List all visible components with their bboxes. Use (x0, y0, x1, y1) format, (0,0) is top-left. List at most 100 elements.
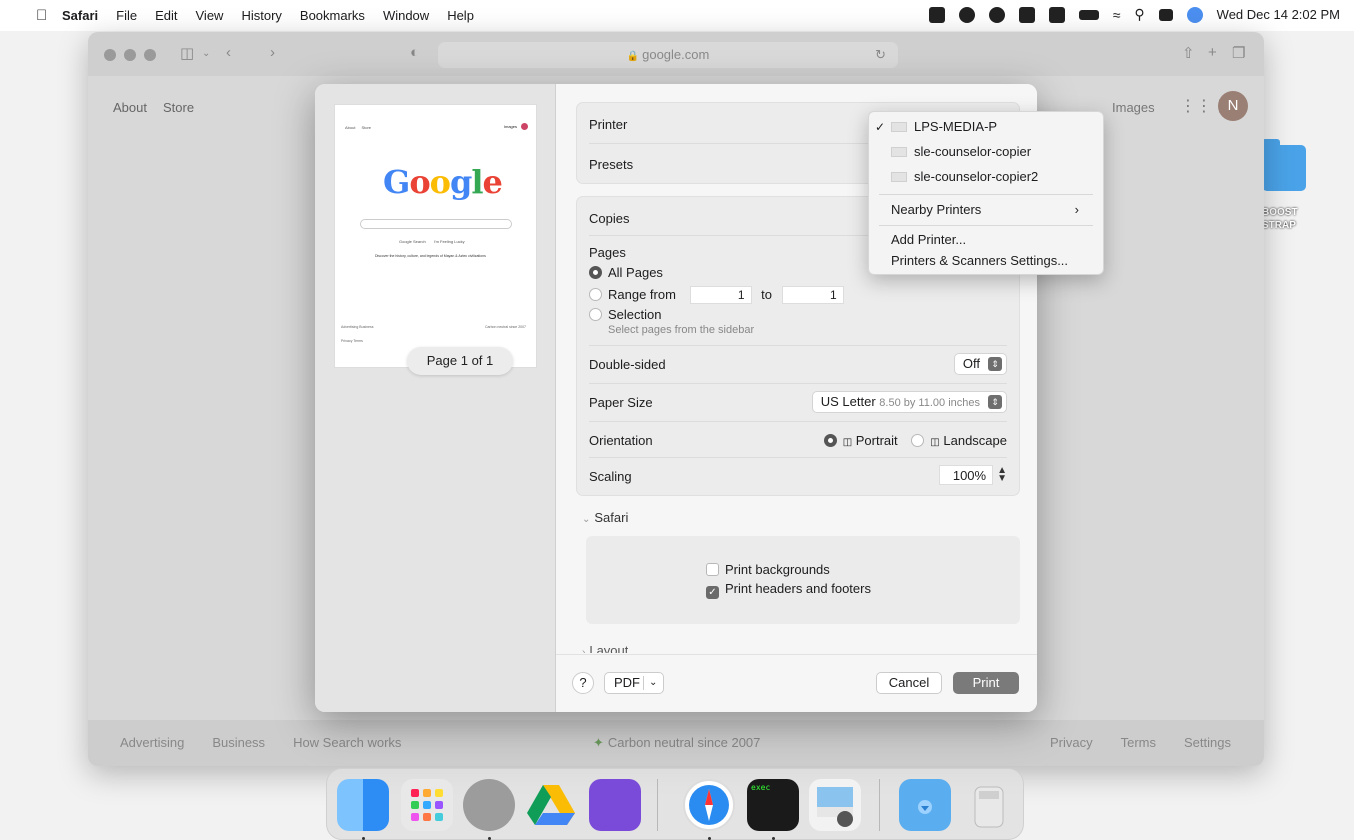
carbon-neutral-link[interactable]: Carbon neutral since 2007 (608, 735, 761, 750)
status-app-icon[interactable] (928, 6, 945, 23)
scaling-field[interactable]: 100% (939, 465, 994, 485)
images-link[interactable]: Images (1112, 100, 1155, 115)
terms-link[interactable]: Terms (1121, 735, 1156, 750)
about-link[interactable]: About (113, 100, 147, 115)
menu-view[interactable]: View (196, 8, 224, 23)
divider (589, 421, 1007, 422)
double-sided-label: Double-sided (589, 357, 666, 372)
desktop-folder-icon[interactable] (1262, 139, 1306, 191)
printers-scanners-settings-item[interactable]: Printers & Scanners Settings... (891, 251, 1068, 271)
tab-overview-icon[interactable]: ❐ (1232, 44, 1245, 62)
selection-radio[interactable] (589, 308, 602, 321)
preview-promo-line: Discover the history, culture, and legen… (375, 254, 486, 258)
printer-option-lps-media[interactable]: LPS-MEDIA-P (891, 117, 997, 137)
store-link[interactable]: Store (163, 100, 194, 115)
printer-option-counselor-copier[interactable]: sle-counselor-copier (891, 142, 1031, 162)
spotlight-search-icon[interactable]: ⚲ (1134, 6, 1144, 23)
print-backgrounds-checkbox[interactable] (706, 563, 719, 576)
menu-clock[interactable]: Wed Dec 14 2:02 PM (1217, 7, 1340, 22)
all-pages-text: All Pages (608, 265, 663, 280)
print-headers-option[interactable]: ✓ Print headers and footers (706, 581, 871, 599)
preview-nav: About Store (345, 125, 371, 130)
landscape-radio[interactable] (911, 434, 925, 447)
purple-app-dock-icon[interactable] (589, 779, 641, 831)
cancel-button[interactable]: Cancel (876, 672, 942, 694)
google-drive-dock-icon[interactable] (525, 779, 577, 831)
status-folder-icon[interactable] (1048, 6, 1065, 23)
print-preview-thumbnail[interactable]: About Store Images Google Google Search … (334, 104, 537, 375)
back-icon[interactable]: ‹ (226, 44, 231, 61)
disclosure-chevron-icon: › (582, 647, 586, 653)
pdf-menu-button[interactable]: PDF ⌄ (604, 672, 664, 694)
range-end-field[interactable]: 1 (781, 286, 844, 304)
apple-menu-icon[interactable]:  (36, 7, 47, 24)
status-target-icon[interactable] (958, 6, 975, 23)
new-tab-icon[interactable]: + (1208, 44, 1217, 61)
minimize-window-button[interactable] (124, 49, 136, 61)
business-link[interactable]: Business (212, 735, 265, 750)
layout-section-header[interactable]: › Layout (582, 643, 628, 653)
downloads-folder-dock-icon[interactable] (899, 779, 951, 831)
account-avatar[interactable]: N (1218, 91, 1248, 121)
trash-dock-icon[interactable] (963, 779, 1015, 831)
share-icon[interactable]: ⇧ (1182, 44, 1195, 62)
control-center-icon[interactable] (1158, 8, 1173, 21)
portrait-radio[interactable] (823, 434, 837, 447)
preview-dock-icon[interactable] (809, 779, 861, 831)
portrait-text: Portrait (855, 433, 898, 448)
menu-safari[interactable]: Safari (62, 8, 98, 23)
menu-history[interactable]: History (241, 8, 281, 23)
system-preferences-dock-icon[interactable] (463, 779, 515, 831)
safari-section-header[interactable]: ⌄ Safari (582, 510, 628, 525)
privacy-shield-icon[interactable]: ◐ (410, 44, 419, 61)
launchpad-dock-icon[interactable] (401, 779, 453, 831)
dialog-bottom-bar: ? PDF ⌄ Cancel Print (556, 654, 1037, 712)
how-search-works-link[interactable]: How Search works (293, 735, 401, 750)
range-start-field[interactable]: 1 (689, 286, 752, 304)
finder-dock-icon[interactable] (337, 779, 389, 831)
scaling-stepper[interactable]: 100% ▲ ▼ (939, 465, 1007, 485)
advertising-link[interactable]: Advertising (120, 735, 184, 750)
address-bar[interactable]: 🔒 google.com ↻ (438, 42, 898, 68)
stepper-arrows-icon[interactable]: ▲ ▼ (997, 466, 1007, 484)
paper-size-popup[interactable]: US Letter 8.50 by 11.00 inches ⇕ (811, 391, 1007, 413)
settings-link[interactable]: Settings (1184, 735, 1231, 750)
safari-dock-icon[interactable] (683, 779, 735, 831)
selection-hint: Select pages from the sidebar (608, 324, 755, 336)
reload-icon[interactable]: ↻ (875, 42, 886, 68)
double-sided-popup[interactable]: Off ⇕ (953, 353, 1007, 375)
selection-option[interactable]: Selection (589, 307, 1007, 322)
menu-help[interactable]: Help (447, 8, 474, 23)
sidebar-chevron-icon[interactable]: ⌄ (202, 48, 210, 59)
status-globe-icon[interactable] (988, 6, 1005, 23)
print-button[interactable]: Print (953, 672, 1019, 694)
divider (589, 383, 1007, 384)
print-backgrounds-option[interactable]: Print backgrounds (706, 562, 830, 577)
battery-icon[interactable] (1078, 9, 1099, 20)
close-window-button[interactable] (104, 49, 116, 61)
terminal-dock-icon[interactable]: exec (747, 779, 799, 831)
menu-bookmarks[interactable]: Bookmarks (300, 8, 365, 23)
forward-icon[interactable]: › (270, 44, 275, 61)
range-option[interactable]: Range from 1 to 1 (589, 286, 1007, 304)
nearby-printers-item[interactable]: Nearby Printers › (891, 200, 1093, 220)
print-headers-checkbox[interactable]: ✓ (706, 586, 719, 599)
range-radio[interactable] (589, 288, 602, 301)
help-button[interactable]: ? (572, 672, 594, 694)
menu-file[interactable]: File (116, 8, 137, 23)
wifi-icon[interactable]: ≈ (1113, 7, 1121, 23)
zoom-window-button[interactable] (144, 49, 156, 61)
menu-edit[interactable]: Edit (155, 8, 177, 23)
privacy-link[interactable]: Privacy (1050, 735, 1093, 750)
add-printer-item[interactable]: Add Printer... (891, 230, 966, 250)
printer-name: LPS-MEDIA-P (914, 119, 998, 134)
status-gear-icon[interactable] (1018, 6, 1035, 23)
sidebar-toggle-icon[interactable]: ◫ (180, 44, 194, 62)
all-pages-radio[interactable] (589, 266, 602, 279)
menu-bar:  Safari File Edit View History Bookmark… (0, 0, 1354, 31)
printer-option-counselor-copier2[interactable]: sle-counselor-copier2 (891, 167, 1038, 187)
menu-window[interactable]: Window (383, 8, 429, 23)
google-footer: Advertising Business How Search works ✦ C… (88, 720, 1264, 766)
preview-lucky-btn: I'm Feeling Lucky (433, 239, 465, 244)
siri-icon[interactable] (1186, 6, 1203, 23)
